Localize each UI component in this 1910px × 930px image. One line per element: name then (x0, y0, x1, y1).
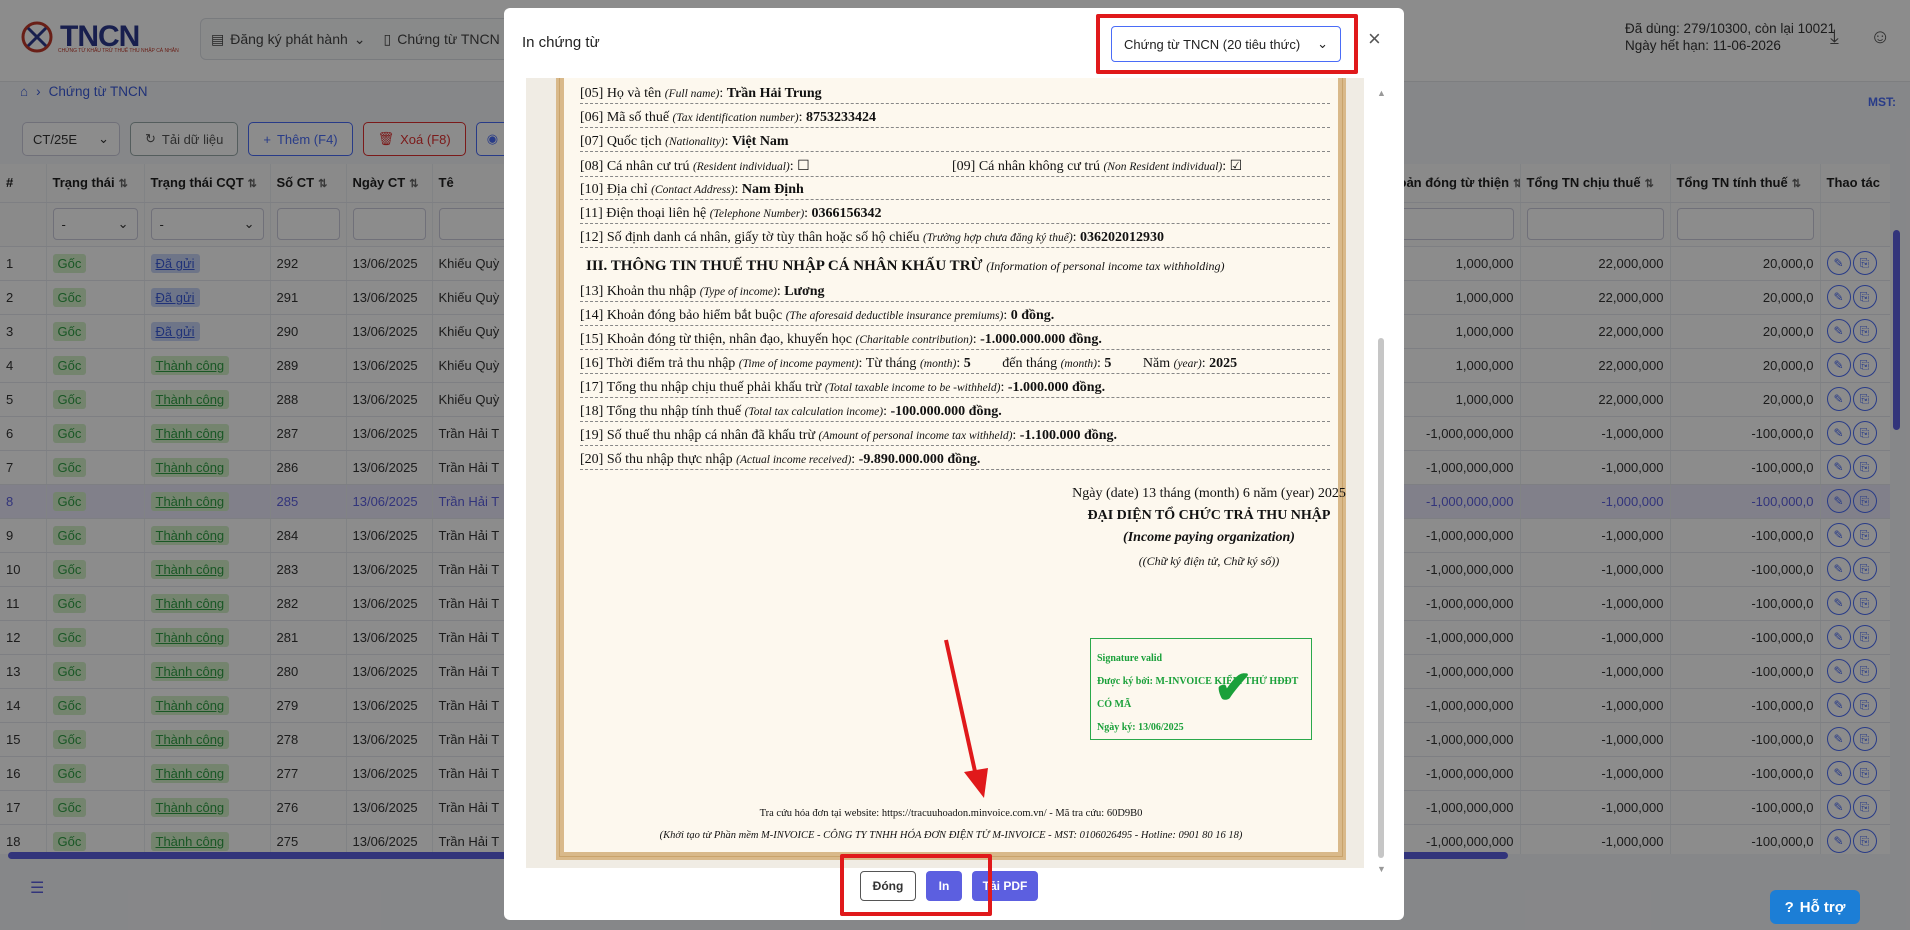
signature-note: ((Chữ ký điện tử, Chữ ký số)) (1138, 554, 1280, 568)
section-3-title: III. THÔNG TIN THUẾ THU NHẬP CÁ NHÂN KHẤ… (586, 258, 1225, 274)
nonresident-checkbox: ☑ (1229, 159, 1243, 174)
field-05: [05] Họ và tên (Full name): Trần Hải Tru… (580, 86, 1330, 104)
field-11: [11] Điện thoại liên hệ (Telephone Numbe… (580, 206, 1330, 224)
sig-date: Ngày ký: 13/06/2025 (1097, 722, 1184, 733)
lookup-line: Tra cứu hóa đơn tại website: https://tra… (759, 808, 1143, 819)
help-icon: ? (1784, 898, 1794, 916)
field-16: [16] Thời điểm trả thu nhập (Time of inc… (580, 356, 1330, 374)
signature-box: Signature valid Được ký bởi: M-INVOICE K… (1090, 638, 1312, 740)
preview-scrollbar[interactable]: ▲ ▼ (1376, 88, 1386, 874)
highlight-box-buttons (840, 854, 992, 916)
field-18: [18] Tổng thu nhập tính thuế (Total tax … (580, 404, 1330, 422)
close-icon[interactable]: × (1368, 26, 1381, 52)
modal-title: In chứng từ (522, 34, 600, 51)
check-icon: ✔ (1214, 662, 1253, 713)
field-08-09: [08] Cá nhân cư trú (Resident individual… (580, 158, 1330, 177)
created-by-line: (Khởi tạo từ Phần mềm M-INVOICE - CÔNG T… (659, 830, 1243, 841)
field-13: [13] Khoản thu nhập (Type of income): Lư… (580, 284, 1330, 302)
field-07: [07] Quốc tịch (Nationality): Việt Nam (580, 134, 1330, 152)
field-06: [06] Mã số thuế (Tax identification numb… (580, 110, 1330, 128)
field-20: [20] Số thu nhập thực nhập (Actual incom… (580, 452, 1330, 470)
scroll-down-icon[interactable]: ▼ (1377, 864, 1386, 874)
certificate-page: [05] Họ và tên (Full name): Trần Hải Tru… (556, 78, 1346, 860)
document-preview[interactable]: [05] Họ và tên (Full name): Trần Hải Tru… (526, 78, 1364, 868)
help-label: Hỗ trợ (1799, 898, 1846, 916)
help-button[interactable]: ? Hỗ trợ (1770, 890, 1860, 924)
sig-signer: Được ký bởi: M-INVOICE KIỂM THỬ HĐĐT (1097, 676, 1299, 687)
field-19: [19] Số thuế thu nhập cá nhân đã khấu tr… (580, 428, 1330, 446)
sign-date: Ngày (date) 13 tháng (month) 6 năm (year… (1072, 486, 1346, 501)
org-title: ĐẠI DIỆN TỔ CHỨC TRẢ THU NHẬP (1087, 508, 1331, 523)
field-15: [15] Khoản đóng từ thiện, nhân đạo, khuy… (580, 332, 1330, 350)
field-14: [14] Khoản đóng bảo hiểm bắt buộc (The a… (580, 308, 1330, 326)
resident-checkbox: ☐ (797, 159, 810, 174)
highlight-box-template (1096, 14, 1358, 74)
field-10: [10] Địa chỉ (Contact Address): Nam Định (580, 182, 1330, 200)
org-title-en: (Income paying organization) (1123, 530, 1295, 545)
field-17: [17] Tổng thu nhập chịu thuế phải khấu t… (580, 380, 1330, 398)
preview-scroll-thumb[interactable] (1378, 338, 1384, 858)
sig-code: CÓ MÃ (1097, 699, 1132, 710)
scroll-up-icon[interactable]: ▲ (1377, 88, 1386, 98)
sig-valid: Signature valid (1097, 653, 1163, 664)
print-modal: In chứng từ Chứng từ TNCN (20 tiêu thức)… (504, 8, 1404, 920)
field-12: [12] Số định danh cá nhân, giấy tờ tùy t… (580, 230, 1330, 248)
